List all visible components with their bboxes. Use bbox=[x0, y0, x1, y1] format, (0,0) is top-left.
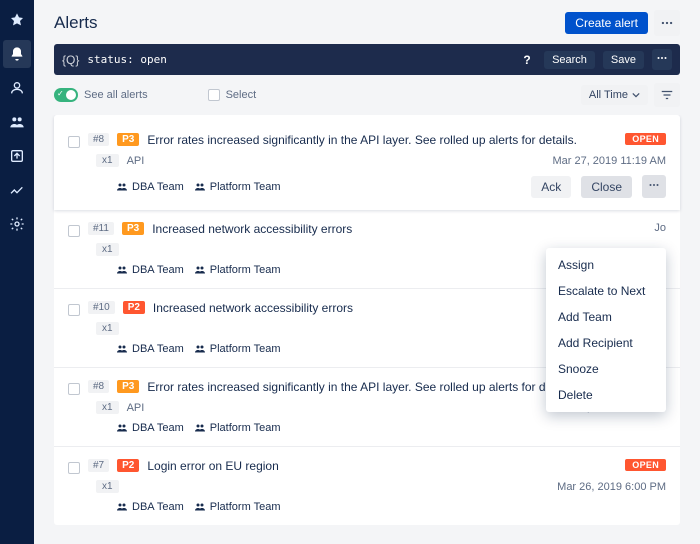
search-button[interactable]: Search bbox=[544, 51, 595, 69]
nav-teams-icon[interactable] bbox=[3, 108, 31, 136]
count-badge: x1 bbox=[96, 322, 119, 335]
count-badge: x1 bbox=[96, 243, 119, 256]
team-icon bbox=[116, 181, 128, 193]
header: Alerts Create alert bbox=[34, 0, 700, 44]
sidebar bbox=[0, 0, 34, 544]
team-chip: DBA Team bbox=[116, 343, 184, 355]
menu-assign[interactable]: Assign bbox=[546, 252, 666, 278]
alert-time-truncated: Jo bbox=[654, 222, 666, 234]
team-chip: Platform Team bbox=[194, 264, 281, 276]
alert-title: Increased network accessibility errors bbox=[152, 222, 646, 236]
team-label: Platform Team bbox=[210, 343, 281, 355]
menu-delete[interactable]: Delete bbox=[546, 382, 666, 408]
see-all-label: See all alerts bbox=[84, 89, 148, 101]
header-more-button[interactable] bbox=[654, 10, 680, 36]
alert-checkbox[interactable] bbox=[68, 225, 80, 237]
priority-badge: P3 bbox=[117, 380, 139, 393]
alert-card[interactable]: #11 P3 Increased network accessibility e… bbox=[54, 210, 680, 288]
count-badge: x1 bbox=[96, 480, 119, 493]
nav-user-icon[interactable] bbox=[3, 74, 31, 102]
priority-badge: P2 bbox=[117, 459, 139, 472]
team-chip: DBA Team bbox=[116, 264, 184, 276]
team-chip: Platform Team bbox=[194, 422, 281, 434]
close-button[interactable]: Close bbox=[581, 176, 632, 198]
alert-title: Login error on EU region bbox=[147, 459, 617, 473]
alert-time: Mar 26, 2019 6:00 PM bbox=[557, 481, 666, 493]
team-label: Platform Team bbox=[210, 422, 281, 434]
create-alert-button[interactable]: Create alert bbox=[565, 12, 648, 34]
alert-checkbox[interactable] bbox=[68, 136, 80, 148]
logo-icon[interactable] bbox=[3, 6, 31, 34]
team-label: DBA Team bbox=[132, 181, 184, 193]
save-query-button[interactable]: Save bbox=[603, 51, 644, 69]
nav-export-icon[interactable] bbox=[3, 142, 31, 170]
priority-badge: P2 bbox=[123, 301, 145, 314]
menu-escalate[interactable]: Escalate to Next bbox=[546, 278, 666, 304]
team-label: Platform Team bbox=[210, 501, 281, 513]
action-menu: Assign Escalate to Next Add Team Add Rec… bbox=[546, 248, 666, 412]
team-label: Platform Team bbox=[210, 181, 281, 193]
menu-add-team[interactable]: Add Team bbox=[546, 304, 666, 330]
alert-card[interactable]: #7 P2 Login error on EU region OPEN x1 M… bbox=[54, 446, 680, 525]
filter-row: ✓ See all alerts Select All Time bbox=[34, 75, 700, 115]
see-all-toggle[interactable]: ✓ bbox=[54, 88, 78, 102]
count-badge: x1 bbox=[96, 401, 119, 414]
alert-title: Error rates increased significantly in t… bbox=[147, 133, 617, 147]
alert-id: #11 bbox=[88, 222, 114, 235]
team-label: DBA Team bbox=[132, 343, 184, 355]
page-title: Alerts bbox=[54, 13, 97, 33]
query-text: status: open bbox=[87, 53, 166, 66]
count-badge: x1 bbox=[96, 154, 119, 167]
alert-tag: API bbox=[127, 402, 145, 414]
team-icon bbox=[194, 181, 206, 193]
team-label: DBA Team bbox=[132, 264, 184, 276]
time-filter[interactable]: All Time bbox=[581, 85, 648, 105]
help-icon[interactable]: ? bbox=[518, 53, 536, 67]
team-chip: DBA Team bbox=[116, 501, 184, 513]
main: Alerts Create alert {Q} status: open ? S… bbox=[34, 0, 700, 544]
priority-badge: P3 bbox=[117, 133, 139, 146]
team-label: DBA Team bbox=[132, 501, 184, 513]
ack-button[interactable]: Ack bbox=[531, 176, 571, 198]
alert-card[interactable]: #8 P3 Error rates increased significantl… bbox=[54, 115, 680, 210]
alert-id: #7 bbox=[88, 459, 109, 472]
alert-id: #10 bbox=[88, 301, 115, 314]
alert-time: Mar 27, 2019 11:19 AM bbox=[552, 155, 666, 167]
priority-badge: P3 bbox=[122, 222, 144, 235]
menu-add-recipient[interactable]: Add Recipient bbox=[546, 330, 666, 356]
nav-settings-icon[interactable] bbox=[3, 210, 31, 238]
team-chip: Platform Team bbox=[194, 501, 281, 513]
team-chip: DBA Team bbox=[116, 422, 184, 434]
alert-checkbox[interactable] bbox=[68, 383, 80, 395]
alert-id: #8 bbox=[88, 133, 109, 146]
braces-icon: {Q} bbox=[62, 53, 79, 67]
query-more-button[interactable] bbox=[652, 49, 672, 70]
time-filter-label: All Time bbox=[589, 89, 628, 101]
alert-id: #8 bbox=[88, 380, 109, 393]
status-badge: OPEN bbox=[625, 133, 666, 145]
alert-list: #8 P3 Error rates increased significantl… bbox=[34, 115, 700, 544]
team-chip: DBA Team bbox=[116, 181, 184, 193]
alert-more-button[interactable] bbox=[642, 175, 666, 198]
filter-settings-button[interactable] bbox=[654, 83, 680, 107]
menu-snooze[interactable]: Snooze bbox=[546, 356, 666, 382]
select-label: Select bbox=[226, 89, 257, 101]
alert-checkbox[interactable] bbox=[68, 304, 80, 316]
query-bar[interactable]: {Q} status: open ? Search Save bbox=[54, 44, 680, 75]
alert-checkbox[interactable] bbox=[68, 462, 80, 474]
team-chip: Platform Team bbox=[194, 181, 281, 193]
nav-reports-icon[interactable] bbox=[3, 176, 31, 204]
team-label: Platform Team bbox=[210, 264, 281, 276]
team-label: DBA Team bbox=[132, 422, 184, 434]
nav-alerts-icon[interactable] bbox=[3, 40, 31, 68]
team-chip: Platform Team bbox=[194, 343, 281, 355]
alert-tag: API bbox=[127, 155, 145, 167]
status-badge: OPEN bbox=[625, 459, 666, 471]
select-all-checkbox[interactable] bbox=[208, 89, 220, 101]
